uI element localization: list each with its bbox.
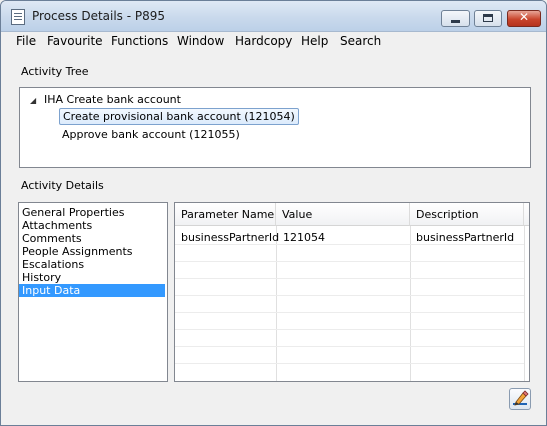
app-document-icon (11, 9, 25, 25)
pencil-edit-icon (513, 390, 529, 406)
column-header-description[interactable]: Description (410, 203, 524, 226)
collapse-caret-icon[interactable]: ◢ (30, 96, 36, 105)
activity-tree: ◢ IHA Create bank account Create provisi… (19, 87, 531, 168)
column-divider (276, 226, 277, 381)
column-header-value[interactable]: Value (276, 203, 410, 226)
tree-node-approve[interactable]: Approve bank account (121055) (62, 128, 240, 141)
row-divider (175, 363, 524, 364)
column-header-parameter-name[interactable]: Parameter Name (175, 203, 276, 226)
menu-functions[interactable]: Functions (111, 34, 168, 48)
list-item-general-properties[interactable]: General Properties (19, 206, 165, 219)
menu-favourite[interactable]: Favourite (47, 34, 103, 48)
column-header-filler (524, 203, 529, 226)
cell-description[interactable]: businessPartnerId (416, 231, 514, 244)
menu-file[interactable]: File (16, 34, 36, 48)
row-divider (175, 312, 524, 313)
title-bar[interactable]: Process Details - P895 ✕ (1, 1, 546, 32)
activity-tree-label: Activity Tree (21, 65, 89, 78)
cell-parameter-name[interactable]: businessPartnerId (181, 231, 279, 244)
window-title: Process Details - P895 (32, 9, 166, 23)
list-item-input-data[interactable]: Input Data (19, 284, 165, 297)
list-item-history[interactable]: History (19, 271, 165, 284)
row-divider (175, 295, 524, 296)
menu-hardcopy[interactable]: Hardcopy (235, 34, 292, 48)
tree-root-node[interactable]: IHA Create bank account (44, 93, 181, 106)
menu-help[interactable]: Help (301, 34, 328, 48)
column-divider (410, 226, 411, 381)
minimize-button[interactable] (441, 10, 470, 27)
list-item-attachments[interactable]: Attachments (19, 219, 165, 232)
menu-bar: File Favourite Functions Window Hardcopy… (1, 32, 546, 51)
tree-node-create-provisional[interactable]: Create provisional bank account (121054) (59, 108, 299, 125)
activity-details-label: Activity Details (21, 179, 104, 192)
input-data-table: Parameter Name Value Description busines… (174, 202, 530, 382)
column-divider (524, 226, 525, 381)
cell-value[interactable]: 121054 (283, 231, 325, 244)
menu-window[interactable]: Window (177, 34, 224, 48)
row-divider (175, 278, 524, 279)
list-item-people-assignments[interactable]: People Assignments (19, 245, 165, 258)
row-divider (175, 261, 524, 262)
activity-details-list: General Properties Attachments Comments … (18, 202, 168, 382)
maximize-button[interactable] (474, 10, 502, 27)
menu-search[interactable]: Search (340, 34, 381, 48)
edit-button[interactable] (509, 388, 531, 410)
row-divider (175, 329, 524, 330)
list-item-escalations[interactable]: Escalations (19, 258, 165, 271)
list-item-comments[interactable]: Comments (19, 232, 165, 245)
row-divider (175, 244, 524, 245)
close-button[interactable]: ✕ (507, 10, 541, 27)
process-details-window: Process Details - P895 ✕ File Favourite … (0, 0, 547, 426)
close-icon: ✕ (518, 10, 530, 24)
row-divider (175, 346, 524, 347)
